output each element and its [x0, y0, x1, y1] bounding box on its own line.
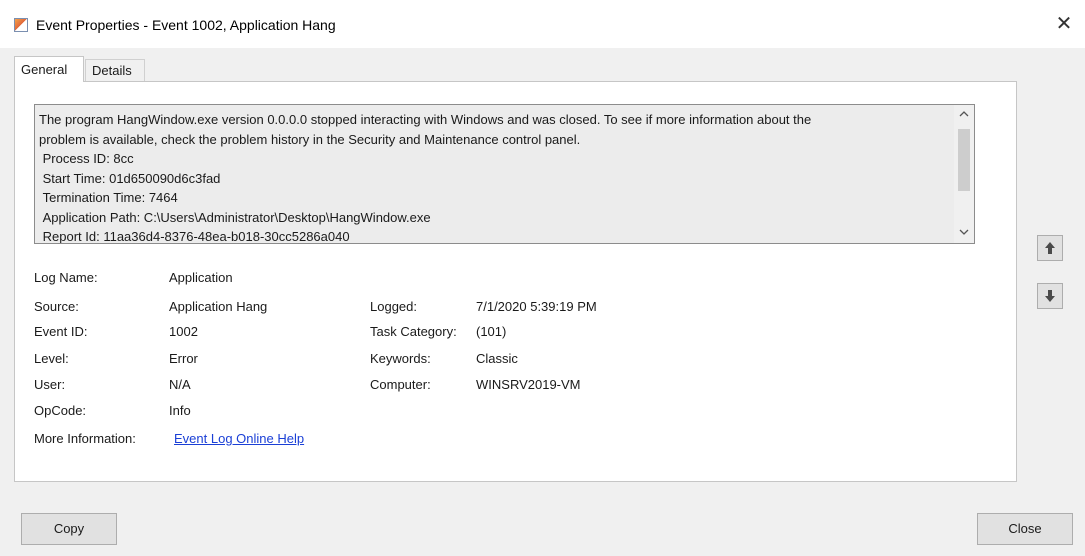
level-value: Error [169, 351, 198, 366]
event-viewer-icon [14, 18, 28, 32]
level-label: Level: [34, 351, 69, 366]
next-event-button[interactable] [1037, 283, 1063, 309]
log-name-label: Log Name: [34, 270, 98, 285]
logged-value: 7/1/2020 5:39:19 PM [476, 299, 597, 314]
description-scrollbar[interactable] [954, 105, 974, 243]
scroll-up-icon[interactable] [954, 107, 974, 125]
event-id-value: 1002 [169, 324, 198, 339]
user-label: User: [34, 377, 66, 392]
task-category-label: Task Category: [370, 324, 457, 339]
scroll-down-icon[interactable] [954, 225, 974, 243]
computer-value: WINSRV2019-VM [476, 377, 581, 392]
close-button[interactable]: Close [977, 513, 1073, 545]
arrow-up-icon [1045, 242, 1055, 254]
keywords-label: Keywords: [370, 351, 431, 366]
user-value: N/A [169, 377, 191, 392]
tab-general[interactable]: General [14, 56, 84, 82]
keywords-value: Classic [476, 351, 518, 366]
event-id-label: Event ID: [34, 324, 88, 339]
computer-label: Computer: [370, 377, 431, 392]
more-information-label: More Information: [34, 431, 136, 446]
opcode-label: OpCode: [34, 403, 87, 418]
event-description[interactable]: The program HangWindow.exe version 0.0.0… [34, 104, 975, 244]
close-icon[interactable]: ✕ [1052, 12, 1076, 36]
scroll-thumb[interactable] [958, 129, 970, 191]
previous-event-button[interactable] [1037, 235, 1063, 261]
log-name-value: Application [169, 270, 233, 285]
copy-button[interactable]: Copy [21, 513, 117, 545]
event-description-text: The program HangWindow.exe version 0.0.0… [39, 112, 812, 244]
event-log-online-help-link[interactable]: Event Log Online Help [174, 430, 304, 448]
opcode-value: Info [169, 403, 191, 418]
arrow-down-icon [1045, 290, 1055, 302]
logged-label: Logged: [370, 299, 417, 314]
task-category-value: (101) [476, 324, 507, 339]
source-label: Source: [34, 299, 79, 314]
title-bar: Event Properties - Event 1002, Applicati… [0, 0, 1085, 48]
window-title: Event Properties - Event 1002, Applicati… [36, 17, 336, 33]
tab-details[interactable]: Details [85, 59, 145, 82]
source-value: Application Hang [169, 299, 268, 314]
